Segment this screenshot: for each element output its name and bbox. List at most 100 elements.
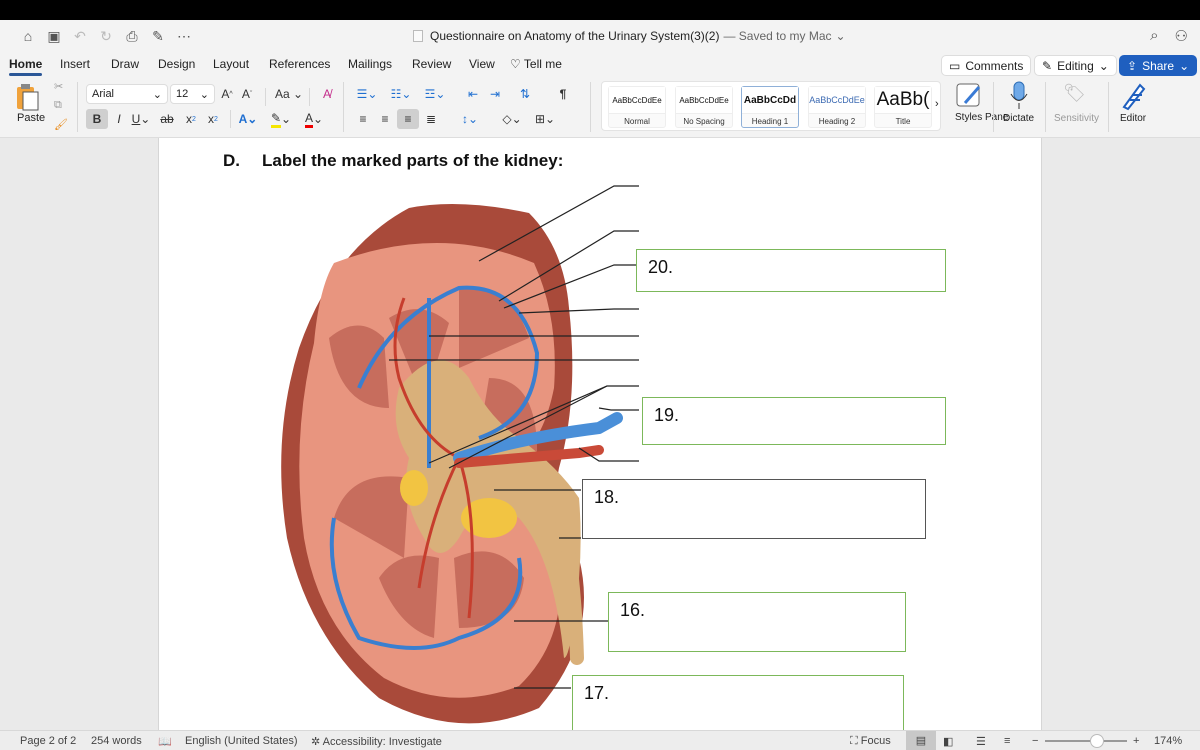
change-case-button[interactable]: Aa ⌄ bbox=[272, 84, 306, 104]
label-box-16[interactable]: 16. bbox=[608, 592, 906, 652]
label-box-19[interactable]: 19. bbox=[642, 397, 946, 445]
tab-references[interactable]: References bbox=[269, 57, 330, 71]
label-box-20[interactable]: 20. bbox=[636, 249, 946, 292]
share-people-icon[interactable]: ⚇ bbox=[1175, 27, 1188, 45]
decrease-indent-button[interactable]: ⇤ bbox=[462, 84, 484, 104]
font-name-value: Arial bbox=[92, 88, 115, 100]
strikethrough-button[interactable]: ab bbox=[156, 109, 178, 129]
tell-me-label: Tell me bbox=[523, 57, 562, 71]
style-heading-2[interactable]: AaBbCcDdEe Heading 2 bbox=[808, 86, 866, 128]
sort-button[interactable]: ⇅ bbox=[514, 84, 536, 104]
lightbulb-icon: ♡ bbox=[510, 57, 521, 71]
editor-button[interactable] bbox=[1120, 81, 1146, 111]
document-page[interactable]: D.Label the marked parts of the kidney: bbox=[158, 138, 1042, 735]
copy-icon[interactable]: ⧉ bbox=[54, 99, 62, 112]
align-center-button[interactable]: ≡ bbox=[374, 109, 396, 129]
clear-formatting-icon[interactable]: A̸ bbox=[316, 84, 338, 104]
line-spacing-button[interactable]: ↕⌄ bbox=[455, 109, 485, 129]
label-box-17[interactable]: 17. bbox=[572, 675, 904, 735]
underline-button[interactable]: U ⌄ bbox=[130, 109, 152, 129]
tab-draw[interactable]: Draw bbox=[111, 57, 139, 71]
label-box-18[interactable]: 18. bbox=[582, 479, 926, 539]
share-button[interactable]: ⇪ Share ⌄ bbox=[1119, 55, 1198, 76]
increase-indent-button[interactable]: ⇥ bbox=[484, 84, 506, 104]
tab-design[interactable]: Design bbox=[158, 57, 195, 71]
page-count[interactable]: Page 2 of 2 bbox=[20, 735, 76, 747]
zoom-slider[interactable] bbox=[1045, 734, 1127, 748]
bold-button[interactable]: B bbox=[86, 109, 108, 129]
subscript-button[interactable]: x2 bbox=[180, 109, 202, 129]
numbering-button[interactable]: ☷⌄ bbox=[386, 84, 416, 104]
zoom-in-button[interactable]: + bbox=[1133, 735, 1139, 747]
style-preview: AaBbCcDdEe bbox=[809, 87, 865, 113]
align-left-button[interactable]: ≡ bbox=[352, 109, 374, 129]
focus-button[interactable]: ⛶ Focus bbox=[850, 735, 891, 748]
tab-mailings[interactable]: Mailings bbox=[348, 57, 392, 71]
show-formatting-button[interactable]: ¶ bbox=[552, 84, 574, 104]
superscript-button[interactable]: x2 bbox=[202, 109, 224, 129]
comment-icon: ▭ bbox=[949, 58, 961, 73]
shrink-font-icon[interactable]: Aˇ bbox=[236, 84, 258, 104]
justify-button[interactable]: ≣ bbox=[420, 109, 442, 129]
shading-button[interactable]: ◇⌄ bbox=[497, 109, 527, 129]
editor-label: Editor bbox=[1120, 113, 1147, 124]
highlight-button[interactable]: ✎ ⌄ bbox=[270, 109, 292, 129]
draft-view-button[interactable]: ≡ bbox=[1004, 735, 1010, 747]
chevron-down-icon: ⌄ bbox=[152, 88, 162, 101]
undo-icon[interactable]: ↶ bbox=[72, 28, 88, 44]
style-normal[interactable]: AaBbCcDdEe Normal bbox=[608, 86, 666, 128]
print-layout-view-button[interactable]: ▤ bbox=[906, 731, 936, 750]
sensitivity-icon[interactable]: 🏷 bbox=[1063, 83, 1086, 104]
styles-pane-button[interactable] bbox=[955, 81, 983, 109]
save-as-icon[interactable]: ✎ bbox=[150, 28, 166, 44]
home-icon[interactable]: ⌂ bbox=[20, 28, 36, 44]
style-title[interactable]: AaBb( Title bbox=[874, 86, 932, 128]
ribbon-tabs: Home Insert Draw Design Layout Reference… bbox=[0, 52, 1200, 78]
style-no-spacing[interactable]: AaBbCcDdEe No Spacing bbox=[675, 86, 733, 128]
format-painter-icon[interactable]: 🖌 bbox=[54, 118, 68, 131]
ribbon: Paste ✂ ⧉ 🖌 Arial ⌄ 12 ⌄ A ^ Aˇ Aa ⌄ A̸ B I… bbox=[0, 78, 1200, 138]
styles-more-icon[interactable]: › bbox=[935, 98, 939, 110]
tab-insert[interactable]: Insert bbox=[60, 57, 90, 71]
font-size-select[interactable]: 12 ⌄ bbox=[170, 84, 215, 104]
change-case-label: Aa bbox=[274, 87, 290, 101]
more-icon[interactable]: ⋯ bbox=[176, 28, 192, 44]
dictate-button[interactable] bbox=[1008, 81, 1030, 111]
web-layout-view-button[interactable]: ◧ bbox=[943, 735, 953, 748]
text-effects-button[interactable]: A⌄ bbox=[237, 109, 259, 129]
tab-home[interactable]: Home bbox=[9, 57, 43, 76]
bullets-button[interactable]: ☰⌄ bbox=[352, 84, 382, 104]
word-count[interactable]: 254 words bbox=[91, 735, 142, 747]
language[interactable]: English (United States) bbox=[185, 735, 298, 747]
tab-tell-me[interactable]: ♡ Tell me bbox=[510, 57, 562, 71]
print-icon[interactable]: ⎙ bbox=[124, 28, 140, 44]
borders-button[interactable]: ⊞⌄ bbox=[530, 109, 560, 129]
pencil-icon: ✎ bbox=[1042, 58, 1053, 73]
accessibility-status[interactable]: ✲ Accessibility: Investigate bbox=[311, 735, 442, 748]
font-name-select[interactable]: Arial ⌄ bbox=[86, 84, 168, 104]
outline-view-button[interactable]: ☰ bbox=[976, 735, 986, 748]
multilevel-list-button[interactable]: ☲⌄ bbox=[420, 84, 450, 104]
tab-layout[interactable]: Layout bbox=[213, 57, 249, 71]
italic-button[interactable]: I bbox=[108, 109, 130, 129]
zoom-percent[interactable]: 174% bbox=[1154, 735, 1182, 747]
tab-review[interactable]: Review bbox=[412, 57, 451, 71]
tab-view[interactable]: View bbox=[469, 57, 495, 71]
zoom-slider-thumb[interactable] bbox=[1090, 734, 1104, 748]
style-heading-1[interactable]: AaBbCcDd Heading 1 bbox=[741, 86, 799, 128]
font-color-button[interactable]: A ⌄ bbox=[303, 109, 325, 129]
comments-button[interactable]: ▭ Comments bbox=[941, 55, 1032, 76]
redo-icon[interactable]: ↻ bbox=[98, 28, 114, 44]
font-size-value: 12 bbox=[176, 88, 189, 100]
cut-icon[interactable]: ✂ bbox=[54, 80, 63, 93]
font-color-icon: A bbox=[304, 111, 313, 128]
paste-button[interactable] bbox=[14, 83, 42, 111]
document-title[interactable]: Questionnaire on Anatomy of the Urinary … bbox=[413, 29, 846, 43]
zoom-out-button[interactable]: − bbox=[1032, 735, 1038, 747]
editing-button[interactable]: ✎ Editing ⌄ bbox=[1034, 55, 1117, 76]
grow-font-icon[interactable]: A ^ bbox=[216, 84, 238, 104]
proofing-icon[interactable]: 📖 bbox=[158, 735, 172, 748]
search-icon[interactable]: ⌕ bbox=[1150, 27, 1158, 45]
align-right-button[interactable]: ≡ bbox=[397, 109, 419, 129]
save-icon[interactable]: ▣ bbox=[46, 28, 62, 44]
